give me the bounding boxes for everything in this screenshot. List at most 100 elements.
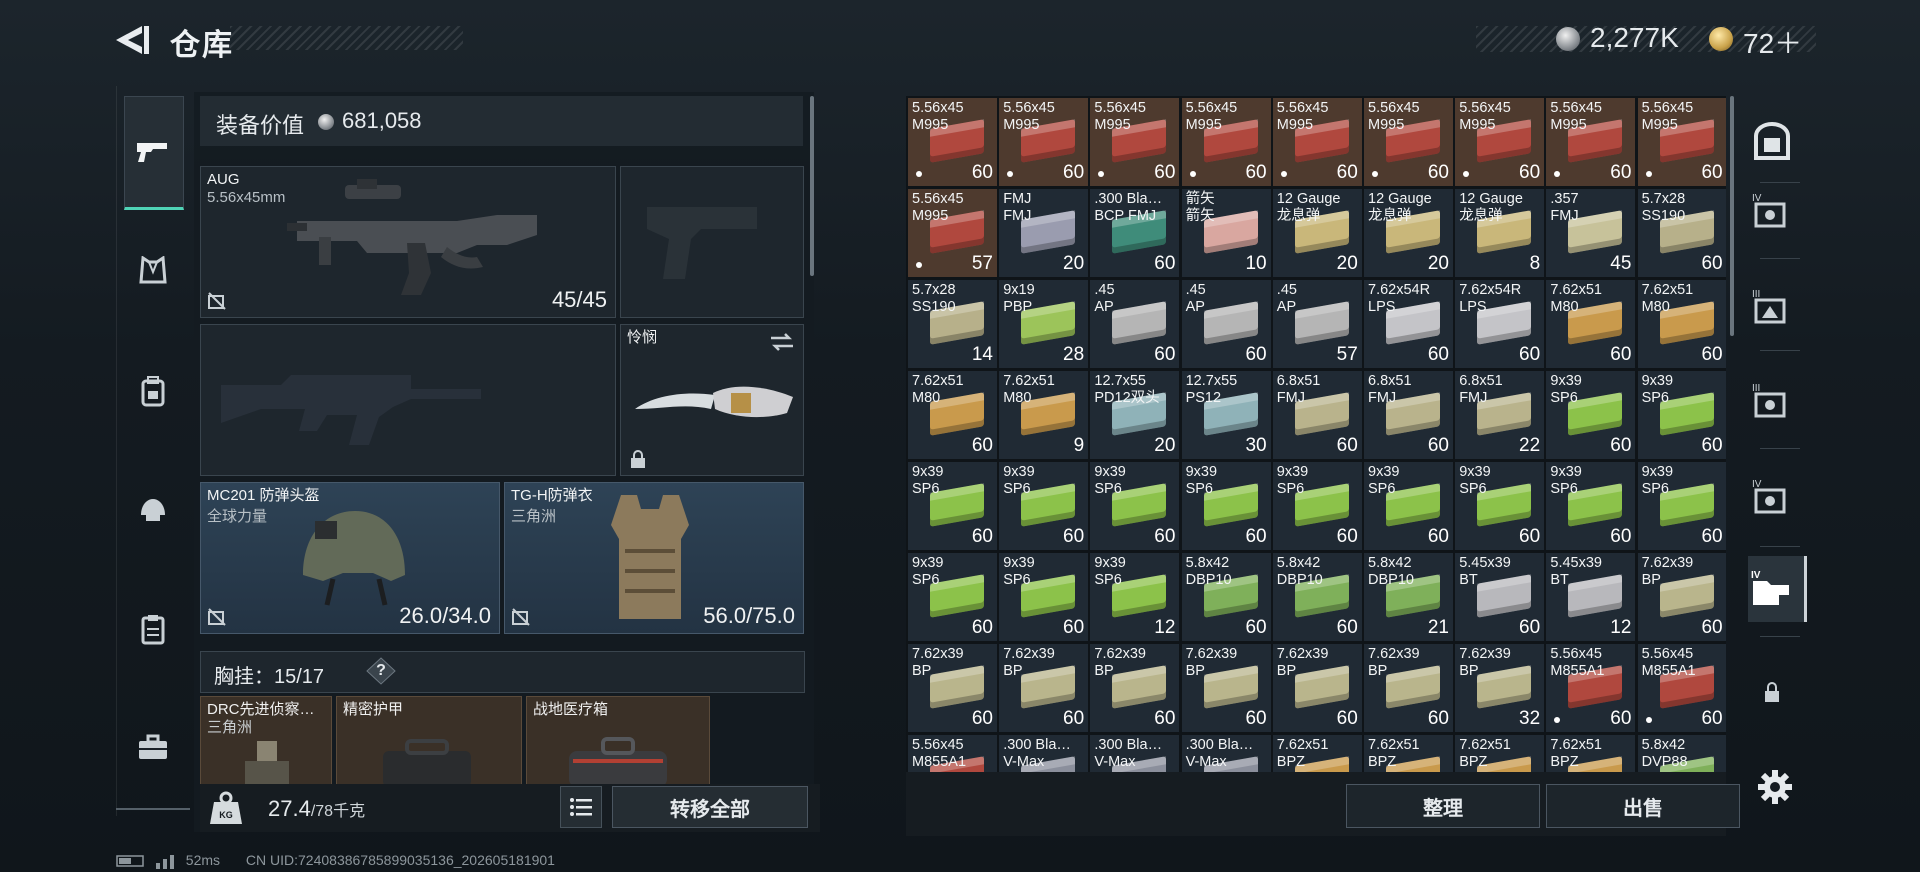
ammo-stack-cell[interactable]: 5.56x45 M995 60	[1546, 98, 1636, 187]
ammo-stack-cell[interactable]: 7.62x39 BP 60	[1364, 644, 1453, 733]
armor-tab-icon[interactable]	[124, 242, 182, 300]
ammo-stack-cell[interactable]: 5.56x45 M855A1	[908, 735, 997, 772]
level4-folder-icon[interactable]: IV	[1748, 564, 1796, 612]
ammo-stack-cell[interactable]: 7.62x51 M80 60	[908, 371, 997, 460]
ammo-stack-cell[interactable]: 9x19 PBP 28	[999, 280, 1089, 369]
ammo-stack-cell[interactable]: 5.56x45 M995 60	[1455, 98, 1545, 187]
ammo-stack-cell[interactable]: 7.62x51 BPZ	[1364, 735, 1453, 772]
ammo-stack-cell[interactable]: 9x39 SP6 60	[1181, 462, 1271, 551]
ammo-stack-cell[interactable]: 12.7x55 PS12 30	[1181, 371, 1271, 460]
ammo-stack-cell[interactable]: 5.8x42 DBP10 21	[1364, 553, 1453, 642]
ammo-stack-cell[interactable]: 5.56x45 M995 60	[908, 98, 997, 187]
helmet-slot[interactable]: MC201 防弹头盔 全球力量 26.0/34.0	[200, 482, 500, 634]
ammo-stack-cell[interactable]: 5.56x45 M855A1 60	[1546, 644, 1636, 733]
ammo-stack-cell[interactable]: .45 AP 57	[1272, 280, 1362, 369]
ammo-stack-cell[interactable]: 5.8x42 DBP10 60	[1181, 553, 1271, 642]
ammo-stack-cell[interactable]: 7.62x51 BPZ	[1272, 735, 1362, 772]
ammo-stack-cell[interactable]: .300 Bla… V-Max	[1090, 735, 1180, 772]
ammo-stack-cell[interactable]: 9x39 SP6 60	[999, 553, 1089, 642]
chest-item-slot[interactable]: 战地医疗箱	[526, 696, 710, 790]
silver-currency-value[interactable]: 2,277K	[1590, 22, 1679, 54]
swap-icon[interactable]	[769, 331, 795, 353]
ammo-stack-cell[interactable]: 7.62x39 BP 60	[999, 644, 1089, 733]
ammo-stack-cell[interactable]: 7.62x39 BP 32	[1455, 644, 1545, 733]
ammo-stack-cell[interactable]: 5.56x45 M995 60	[1637, 98, 1726, 187]
ammo-stack-cell[interactable]: 9x39 SP6 60	[1546, 462, 1636, 551]
ammo-stack-cell[interactable]: 7.62x51 BPZ	[1455, 735, 1545, 772]
ammo-stack-cell[interactable]: 9x39 SP6 60	[1364, 462, 1453, 551]
ammo-stack-cell[interactable]: 5.7x28 SS190 60	[1637, 189, 1726, 278]
level3-case-icon[interactable]: III	[1748, 282, 1796, 330]
ammo-stack-cell[interactable]: 9x39 SP6 60	[999, 462, 1089, 551]
ammo-stack-cell[interactable]: 9x39 SP6 60	[1455, 462, 1545, 551]
ammo-stack-cell[interactable]: 9x39 SP6 60	[1637, 371, 1726, 460]
helmet-tab-icon[interactable]	[124, 480, 182, 538]
safe-box-icon[interactable]	[1748, 118, 1796, 166]
list-view-button[interactable]	[560, 786, 602, 828]
ammo-stack-cell[interactable]: 5.56x45 M995 60	[1181, 98, 1271, 187]
level3-case-icon[interactable]: III	[1748, 376, 1796, 424]
ammo-stack-cell[interactable]: .45 AP 60	[1181, 280, 1271, 369]
pistol-slot-empty[interactable]	[620, 166, 804, 318]
ammo-stack-cell[interactable]: 9x39 SP6 60	[908, 462, 997, 551]
ammo-stack-cell[interactable]: 6.8x51 FMJ 60	[1272, 371, 1362, 460]
ammo-stack-cell[interactable]: 9x39 SP6 60	[1546, 371, 1636, 460]
ammo-stack-cell[interactable]: 5.45x39 BT 12	[1546, 553, 1636, 642]
primary-weapon-slot[interactable]: AUG 5.56x45mm 45/45	[200, 166, 616, 318]
ammo-stack-cell[interactable]: 5.45x39 BT 60	[1455, 553, 1545, 642]
weapon-tab-icon[interactable]	[124, 122, 182, 180]
ammo-stack-cell[interactable]: FMJ FMJ 20	[999, 189, 1089, 278]
level4-case-icon[interactable]: IV	[1748, 186, 1796, 234]
sort-button[interactable]: 整理	[1346, 784, 1540, 828]
ammo-stack-cell[interactable]: 7.62x39 BP 60	[1637, 553, 1726, 642]
ammo-stack-cell[interactable]: .45 AP 60	[1090, 280, 1180, 369]
ammo-stack-cell[interactable]: 9x39 SP6 60	[1272, 462, 1362, 551]
body-armor-slot[interactable]: TG-H防弹衣 三角洲 56.0/75.0	[504, 482, 804, 634]
level4-case-icon[interactable]: IV	[1748, 472, 1796, 520]
sell-button[interactable]: 出售	[1546, 784, 1740, 828]
ammo-stack-cell[interactable]: 7.62x51 BPZ	[1546, 735, 1636, 772]
ammo-stack-cell[interactable]: 7.62x51 M80 9	[999, 371, 1089, 460]
ammo-stack-cell[interactable]: 6.8x51 FMJ 60	[1364, 371, 1453, 460]
ammo-stack-cell[interactable]: 5.56x45 M995 60	[1364, 98, 1453, 187]
ammo-stack-cell[interactable]: 7.62x39 BP 60	[1181, 644, 1271, 733]
ammo-stack-cell[interactable]: 7.62x39 BP 60	[1272, 644, 1362, 733]
ammo-stack-cell[interactable]: 5.8x42 DVP88	[1637, 735, 1726, 772]
transfer-all-button[interactable]: 转移全部	[612, 786, 808, 828]
back-arrow-icon[interactable]	[112, 22, 152, 58]
ammo-stack-cell[interactable]: .357 FMJ 45	[1546, 189, 1636, 278]
ammo-stack-cell[interactable]: 7.62x39 BP 60	[908, 644, 997, 733]
ammo-stack-cell[interactable]: 6.8x51 FMJ 22	[1455, 371, 1545, 460]
ammo-stack-cell[interactable]: 12 Gauge 龙息弹 20	[1364, 189, 1453, 278]
toolbox-tab-icon[interactable]	[124, 718, 182, 776]
loadout-scrollbar[interactable]	[810, 96, 814, 276]
ammo-stack-cell[interactable]: 箭矢 箭矢 10	[1181, 189, 1271, 278]
ammo-stack-cell[interactable]: 5.8x42 DBP10 60	[1272, 553, 1362, 642]
ammo-stack-cell[interactable]: 12.7x55 PD12双头 20	[1090, 371, 1180, 460]
chest-item-slot[interactable]: DRC先进侦察… 三角洲	[200, 696, 332, 790]
clipboard-tab-icon[interactable]	[124, 600, 182, 658]
ammo-stack-cell[interactable]: 9x39 SP6 60	[1090, 462, 1180, 551]
ammo-stack-cell[interactable]: 5.7x28 SS190 14	[908, 280, 997, 369]
ammo-stack-cell[interactable]: 12 Gauge 龙息弹 20	[1272, 189, 1362, 278]
ammo-stack-cell[interactable]: 7.62x51 M80 60	[1637, 280, 1726, 369]
ammo-stack-cell[interactable]: 7.62x54R LPS 60	[1455, 280, 1545, 369]
melee-slot[interactable]: 怜悯	[620, 324, 804, 476]
ammo-stack-cell[interactable]: 5.56x45 M995 60	[1090, 98, 1180, 187]
help-icon[interactable]: ?	[366, 657, 396, 685]
secondary-weapon-slot-empty[interactable]	[200, 324, 616, 476]
ammo-stack-cell[interactable]: 9x39 SP6 60	[1637, 462, 1726, 551]
ammo-stack-cell[interactable]: 9x39 SP6 12	[1090, 553, 1180, 642]
ammo-stack-cell[interactable]: 5.56x45 M855A1 60	[1637, 644, 1726, 733]
ammo-stack-cell[interactable]: 9x39 SP6 60	[908, 553, 997, 642]
stash-scrollbar[interactable]	[1730, 96, 1734, 336]
ammo-stack-cell[interactable]: .300 Bla… BCP FMJ 60	[1090, 189, 1180, 278]
ammo-stack-cell[interactable]: 5.56x45 M995 60	[999, 98, 1089, 187]
ammo-stack-cell[interactable]: .300 Bla… V-Max	[999, 735, 1089, 772]
gold-currency-value[interactable]: 72＋	[1743, 22, 1802, 62]
ammo-stack-cell[interactable]: .300 Bla… V-Max	[1181, 735, 1271, 772]
ammo-stack-cell[interactable]: 7.62x51 M80 60	[1546, 280, 1636, 369]
chest-item-slot[interactable]: 精密护甲	[336, 696, 522, 790]
ammo-stack-cell[interactable]: 5.56x45 M995 57	[908, 189, 997, 278]
ammo-stack-cell[interactable]: 7.62x39 BP 60	[1090, 644, 1180, 733]
